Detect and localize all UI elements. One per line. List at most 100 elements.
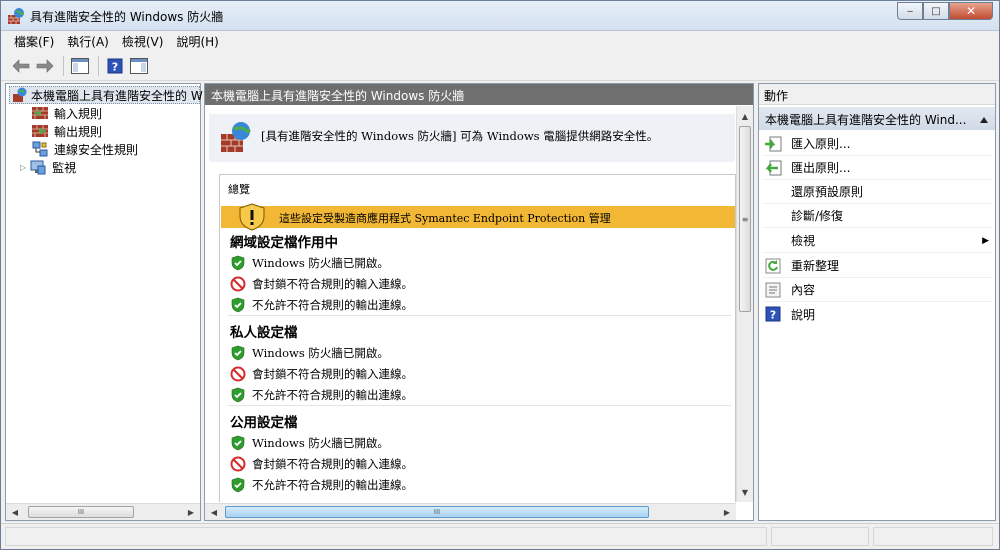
status-cell-2 bbox=[771, 527, 869, 546]
action-label: 匯出原則... bbox=[791, 161, 851, 175]
tree-item-label: 監視 bbox=[52, 160, 77, 175]
profile-status-row: Windows 防火牆已開啟。 bbox=[230, 253, 389, 273]
tree-root[interactable]: 本機電腦上具有進階安全性的 W bbox=[9, 86, 203, 104]
properties-icon bbox=[763, 280, 783, 300]
green-check-shield-icon bbox=[230, 477, 246, 493]
tree-root-label: 本機電腦上具有進階安全性的 W bbox=[31, 88, 203, 103]
menu-bar: 檔案(F) 執行(A) 檢視(V) 說明(H) bbox=[1, 31, 999, 52]
back-button[interactable] bbox=[10, 55, 32, 77]
vertical-scroll-thumb[interactable]: ≡ bbox=[739, 126, 751, 312]
profile-status-row: Windows 防火牆已開啟。 bbox=[230, 343, 389, 363]
profile-status-text: 不允許不符合規則的輸出連線。 bbox=[252, 298, 413, 312]
menu-file[interactable]: 檔案(F) bbox=[14, 33, 54, 50]
show-hide-console-tree-button[interactable] bbox=[69, 55, 91, 77]
toolbar-separator bbox=[63, 56, 64, 76]
tree-item-inbound-rules[interactable]: 輸入規則 bbox=[32, 104, 102, 122]
action-refresh[interactable]: 重新整理 bbox=[763, 254, 991, 278]
scroll-left-arrow-icon[interactable]: ◀ bbox=[7, 504, 23, 520]
action-pane-icon bbox=[130, 58, 148, 74]
menu-view[interactable]: 檢視(V) bbox=[122, 33, 164, 50]
toolbar: ? bbox=[1, 52, 999, 81]
green-check-shield-icon bbox=[230, 297, 246, 313]
firewall-window: 具有進階安全性的 Windows 防火牆 ‒ □ ✕ 檔案(F) 執行(A) 檢… bbox=[0, 0, 1000, 550]
outbound-rules-icon bbox=[32, 124, 48, 138]
window-title: 具有進階安全性的 Windows 防火牆 bbox=[30, 10, 224, 24]
status-cell-main bbox=[5, 527, 767, 546]
profile-status-row: 會封鎖不符合規則的輸入連線。 bbox=[230, 454, 413, 474]
profile-status-row: Windows 防火牆已開啟。 bbox=[230, 433, 389, 453]
profile-status-text: 不允許不符合規則的輸出連線。 bbox=[252, 478, 413, 492]
action-help[interactable]: ? 說明 bbox=[763, 302, 991, 326]
scroll-right-arrow-icon[interactable]: ▶ bbox=[183, 504, 199, 520]
overview-section: 總覽 這些設定受製造商應用程式 Symantec Endpoint Protec… bbox=[219, 174, 736, 502]
profile-title: 公用設定檔 bbox=[230, 415, 298, 431]
scroll-left-arrow-icon[interactable]: ◀ bbox=[206, 504, 222, 520]
profile-status-text: 會封鎖不符合規則的輸入連線。 bbox=[252, 367, 413, 381]
tree-horizontal-scrollbar[interactable]: ◀ III ▶ bbox=[6, 503, 200, 520]
inbound-rules-icon bbox=[32, 106, 48, 120]
console-tree-icon bbox=[71, 58, 89, 74]
action-properties[interactable]: 內容 bbox=[763, 278, 991, 302]
svg-text:?: ? bbox=[770, 309, 776, 322]
details-horizontal-scrollbar[interactable]: ◀ III ▶ bbox=[205, 503, 736, 520]
profile-divider bbox=[228, 315, 731, 316]
intro-text: [具有進階安全性的 Windows 防火牆] 可為 Windows 電腦提供網路… bbox=[261, 129, 659, 143]
refresh-icon bbox=[763, 256, 783, 276]
help-button[interactable]: ? bbox=[104, 55, 126, 77]
action-diagnose-repair[interactable]: 診斷/修復 bbox=[763, 204, 991, 228]
managed-warning-banner: 這些設定受製造商應用程式 Symantec Endpoint Protectio… bbox=[221, 203, 735, 231]
help-icon: ? bbox=[107, 58, 123, 74]
actions-subheader-label: 本機電腦上具有進階安全性的 Wind... bbox=[765, 113, 967, 127]
expand-arrow-icon[interactable]: ▷ bbox=[20, 163, 26, 172]
profile-status-row: 會封鎖不符合規則的輸入連線。 bbox=[230, 364, 413, 384]
scroll-down-arrow-icon[interactable]: ▼ bbox=[737, 484, 753, 500]
svg-text:?: ? bbox=[112, 61, 118, 74]
show-hide-action-pane-button[interactable] bbox=[128, 55, 150, 77]
firewall-icon bbox=[12, 87, 28, 103]
profile-status-text: Windows 防火牆已開啟。 bbox=[252, 256, 389, 270]
profile-title: 私人設定檔 bbox=[230, 325, 298, 341]
action-view[interactable]: 檢視 ▶ bbox=[763, 229, 991, 253]
actions-header: 動作 bbox=[759, 84, 995, 105]
profile-status-row: 不允許不符合規則的輸出連線。 bbox=[230, 295, 413, 315]
action-restore-default[interactable]: 還原預設原則 bbox=[763, 180, 991, 204]
scroll-thumb[interactable]: III bbox=[225, 506, 649, 518]
profile-status-text: 不允許不符合規則的輸出連線。 bbox=[252, 388, 413, 402]
maximize-button[interactable]: □ bbox=[923, 2, 949, 20]
monitoring-icon bbox=[30, 159, 46, 175]
profile-status-text: 會封鎖不符合規則的輸入連線。 bbox=[252, 457, 413, 471]
close-button[interactable]: ✕ bbox=[949, 2, 993, 20]
import-icon bbox=[763, 134, 783, 154]
tree-item-outbound-rules[interactable]: 輸出規則 bbox=[32, 122, 102, 140]
profile-status-text: 會封鎖不符合規則的輸入連線。 bbox=[252, 277, 413, 291]
tree-item-monitoring[interactable]: ▷ 監視 bbox=[20, 158, 76, 176]
action-label: 匯入原則... bbox=[791, 137, 851, 151]
action-label: 重新整理 bbox=[791, 259, 840, 273]
scroll-thumb[interactable]: III bbox=[28, 506, 134, 518]
action-export-policy[interactable]: 匯出原則... bbox=[763, 156, 991, 180]
back-arrow-icon bbox=[12, 59, 30, 73]
details-pane: 本機電腦上具有進階安全性的 Windows 防火牆 [具有進階安全性的 Wind… bbox=[204, 83, 754, 521]
green-check-shield-icon bbox=[230, 435, 246, 451]
details-vertical-scrollbar[interactable]: ▲ ≡ ▼ bbox=[736, 106, 753, 502]
status-bar bbox=[1, 523, 999, 549]
export-icon bbox=[763, 158, 783, 178]
actions-pane: 動作 本機電腦上具有進階安全性的 Wind... 匯入原則... 匯出原則...… bbox=[758, 83, 996, 521]
console-tree: 本機電腦上具有進階安全性的 W 輸入規則 輸出規則 連線安全性規則 ▷ 監視 ◀… bbox=[5, 83, 203, 521]
action-import-policy[interactable]: 匯入原則... bbox=[763, 132, 991, 156]
red-block-icon bbox=[230, 366, 246, 382]
menu-action[interactable]: 執行(A) bbox=[67, 33, 109, 50]
intro-panel: [具有進階安全性的 Windows 防火牆] 可為 Windows 電腦提供網路… bbox=[209, 114, 735, 162]
firewall-globe-icon bbox=[219, 120, 253, 157]
forward-button[interactable] bbox=[34, 55, 56, 77]
actions-subheader[interactable]: 本機電腦上具有進階安全性的 Wind... bbox=[759, 107, 995, 130]
tree-item-connection-security-rules[interactable]: 連線安全性規則 bbox=[32, 140, 138, 158]
profile-status-text: Windows 防火牆已開啟。 bbox=[252, 436, 389, 450]
scroll-up-arrow-icon[interactable]: ▲ bbox=[737, 108, 753, 124]
scroll-right-arrow-icon[interactable]: ▶ bbox=[719, 504, 735, 520]
title-bar[interactable]: 具有進階安全性的 Windows 防火牆 ‒ □ ✕ bbox=[1, 1, 999, 31]
minimize-button[interactable]: ‒ bbox=[897, 2, 923, 20]
collapse-arrow-icon[interactable] bbox=[979, 113, 989, 127]
overview-title: 總覽 bbox=[228, 183, 250, 196]
menu-help[interactable]: 說明(H) bbox=[176, 33, 218, 50]
